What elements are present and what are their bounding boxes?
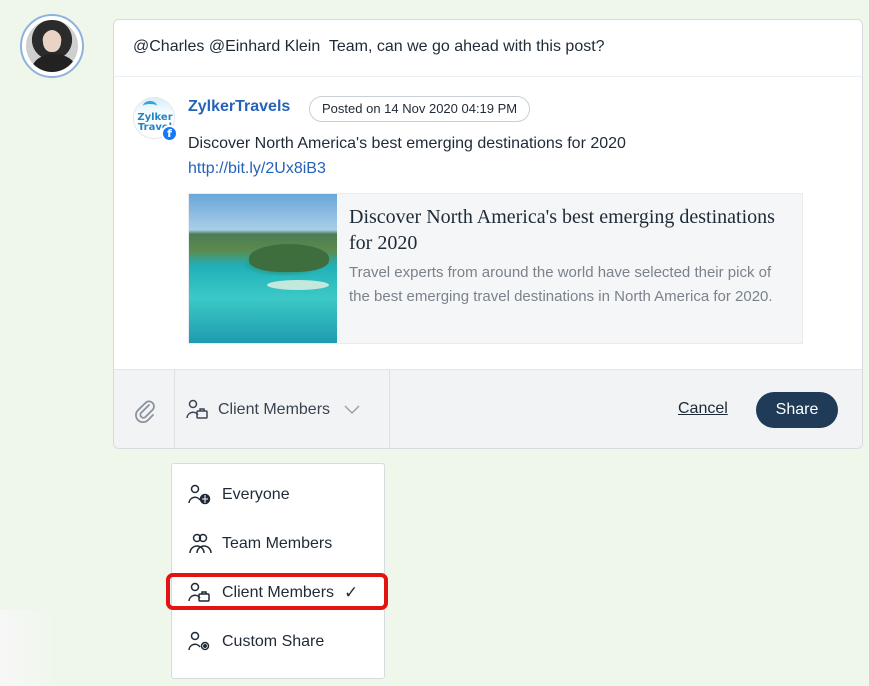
globe-user-icon — [188, 484, 212, 506]
user-photo — [26, 20, 78, 72]
paperclip-icon[interactable] — [132, 398, 158, 424]
comment-message: @Charles @Einhard Klein Team, can we go … — [133, 38, 605, 55]
post-text: Discover North America's best emerging d… — [188, 135, 626, 152]
audience-selected-label: Client Members — [218, 401, 331, 418]
preview-sand-shape — [267, 280, 329, 290]
menu-item-team-members[interactable]: Team Members — [188, 532, 332, 556]
menu-item-label: Team Members — [222, 535, 333, 552]
toolbar-divider — [174, 370, 175, 448]
user-avatar[interactable] — [20, 14, 84, 78]
audience-dropdown-menu: Everyone Team Members Client Members ✓ C… — [171, 463, 385, 679]
page-fade — [0, 610, 60, 686]
menu-item-everyone[interactable]: Everyone — [188, 483, 290, 507]
selection-highlight-box — [166, 573, 388, 610]
toolbar-divider — [389, 370, 390, 448]
posted-date-badge: Posted on 14 Nov 2020 04:19 PM — [309, 96, 531, 122]
comment-card: @Charles @Einhard Klein Team, can we go … — [113, 19, 863, 449]
link-preview[interactable]: Discover North America's best emerging d… — [188, 193, 803, 344]
custom-user-icon — [188, 631, 212, 653]
post-link[interactable]: http://bit.ly/2Ux8iB3 — [188, 160, 326, 178]
team-icon — [188, 533, 212, 555]
cancel-button[interactable]: Cancel — [678, 400, 728, 418]
preview-image — [189, 194, 337, 343]
share-button[interactable]: Share — [756, 392, 838, 428]
facebook-icon: f — [161, 125, 178, 142]
preview-description: Travel experts from around the world hav… — [349, 264, 773, 305]
menu-item-custom-share[interactable]: Custom Share — [188, 630, 324, 654]
menu-item-label: Everyone — [222, 486, 290, 503]
palm-icon — [143, 101, 157, 111]
message-divider — [114, 76, 862, 77]
comment-toolbar: Client Members Cancel Share — [114, 369, 862, 448]
client-user-icon — [186, 399, 210, 421]
avatar-face-shape — [43, 30, 61, 52]
chevron-down-icon — [344, 405, 360, 415]
menu-item-label: Custom Share — [222, 633, 325, 650]
avatar-body-shape — [32, 54, 76, 72]
preview-title: Discover North America's best emerging d… — [349, 206, 775, 254]
audience-select[interactable]: Client Members — [186, 397, 360, 423]
brand-name[interactable]: ZylkerTravels — [188, 98, 290, 116]
preview-island-shape — [249, 244, 329, 272]
